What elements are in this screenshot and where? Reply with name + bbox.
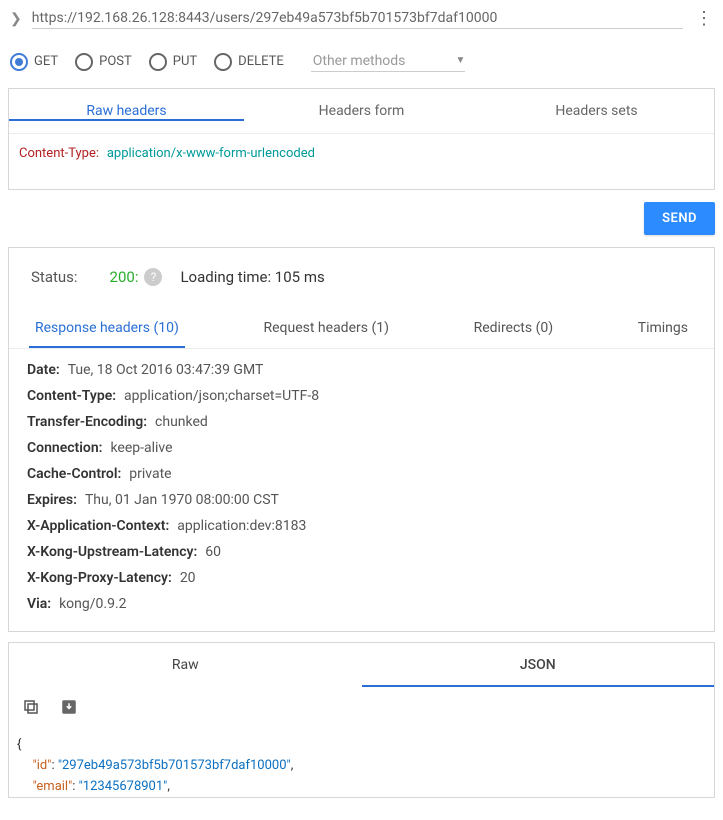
json-value: "297eb49a573bf5b701573bf7daf10000": [58, 758, 291, 773]
header-value: private: [129, 466, 171, 482]
status-label: Status:: [31, 268, 78, 286]
response-headers-list: Date: Tue, 18 Oct 2016 03:47:39 GMT Conten…: [9, 348, 714, 631]
tab-raw-headers[interactable]: Raw headers: [9, 89, 244, 133]
json-preview: { "id": "297eb49a573bf5b701573bf7daf1000…: [9, 727, 714, 797]
header-row: X-Kong-Proxy-Latency: 20: [27, 565, 696, 591]
header-row: Via: kong/0.9.2: [27, 591, 696, 617]
headers-card: Raw headers Headers form Headers sets Co…: [8, 88, 715, 190]
tab-json-body[interactable]: JSON: [362, 643, 715, 687]
header-name: Via:: [27, 596, 51, 612]
tab-timings[interactable]: Timings: [638, 310, 688, 348]
radio-icon: [10, 53, 28, 71]
method-label: GET: [34, 54, 58, 69]
header-value: 60: [205, 544, 221, 560]
header-key: Content-Type:: [19, 146, 99, 161]
header-row: Content-Type: application/json;charset=UT…: [27, 383, 696, 409]
header-value: application/x-www-form-urlencoded: [107, 146, 315, 161]
header-row: X-Application-Context: application:dev:81…: [27, 513, 696, 539]
header-value: 20: [180, 570, 196, 586]
method-delete[interactable]: DELETE: [214, 53, 284, 71]
url-input[interactable]: [32, 8, 683, 29]
header-name: Content-Type:: [27, 388, 116, 404]
help-icon[interactable]: ?: [144, 268, 162, 286]
header-value: keep-alive: [110, 440, 172, 456]
download-icon[interactable]: [59, 697, 79, 717]
json-key: "id": [33, 758, 52, 773]
header-value: application:dev:8183: [177, 518, 306, 534]
header-name: Transfer-Encoding:: [27, 414, 147, 430]
loading-time: Loading time: 105 ms: [180, 268, 324, 286]
method-row: GET POST PUT DELETE Other methods ▼: [0, 35, 723, 82]
method-get[interactable]: GET: [10, 53, 58, 71]
method-post[interactable]: POST: [75, 53, 132, 71]
header-value: Tue, 18 Oct 2016 03:47:39 GMT: [68, 362, 264, 378]
radio-icon: [75, 53, 93, 71]
status-code: 200:: [110, 268, 139, 286]
header-value: application/json;charset=UTF-8: [124, 388, 319, 404]
method-label: DELETE: [238, 54, 284, 69]
send-button[interactable]: SEND: [644, 202, 715, 235]
radio-icon: [214, 53, 232, 71]
radio-icon: [149, 53, 167, 71]
more-icon[interactable]: ⋮: [683, 8, 713, 29]
header-value: Thu, 01 Jan 1970 08:00:00 CST: [85, 492, 279, 508]
tab-response-headers[interactable]: Response headers (10): [35, 310, 179, 348]
header-row: X-Kong-Upstream-Latency: 60: [27, 539, 696, 565]
tab-headers-sets[interactable]: Headers sets: [479, 89, 714, 133]
header-name: Cache-Control:: [27, 466, 121, 482]
header-value: kong/0.9.2: [59, 596, 126, 612]
header-value: chunked: [155, 414, 208, 430]
header-name: X-Kong-Proxy-Latency:: [27, 570, 172, 586]
header-name: X-Kong-Upstream-Latency:: [27, 544, 197, 560]
header-name: Expires:: [27, 492, 77, 508]
copy-icon[interactable]: [21, 697, 41, 717]
header-row: Date: Tue, 18 Oct 2016 03:47:39 GMT: [27, 357, 696, 383]
tab-label: Raw headers: [86, 103, 166, 119]
header-name: Date:: [27, 362, 60, 378]
method-put[interactable]: PUT: [149, 53, 197, 71]
header-name: X-Application-Context:: [27, 518, 169, 534]
raw-headers-editor[interactable]: Content-Type: application/x-www-form-url…: [9, 134, 714, 189]
tab-label: Headers sets: [555, 103, 637, 119]
response-body-card: Raw JSON { "id": "297eb49a573bf5b701573b…: [8, 642, 715, 798]
response-card: Status: 200: ? Loading time: 105 ms Resp…: [8, 247, 715, 632]
header-row: Expires: Thu, 01 Jan 1970 08:00:00 CST: [27, 487, 696, 513]
json-value: "12345678901": [79, 779, 168, 794]
method-label: PUT: [173, 54, 197, 69]
header-row: Connection: keep-alive: [27, 435, 696, 461]
tab-request-headers[interactable]: Request headers (1): [264, 310, 389, 348]
tab-label: Headers form: [319, 103, 405, 119]
tab-headers-form[interactable]: Headers form: [244, 89, 479, 133]
header-name: Connection:: [27, 440, 102, 456]
expand-icon[interactable]: ❯: [10, 11, 32, 27]
chevron-down-icon: ▼: [456, 55, 466, 66]
header-row: Transfer-Encoding: chunked: [27, 409, 696, 435]
json-key: "email": [33, 779, 73, 794]
header-row: Cache-Control: private: [27, 461, 696, 487]
method-label: POST: [99, 54, 132, 69]
other-methods-select[interactable]: Other methods ▼: [311, 51, 466, 72]
other-methods-label: Other methods: [313, 53, 406, 69]
tab-raw-body[interactable]: Raw: [9, 643, 362, 687]
tab-redirects[interactable]: Redirects (0): [474, 310, 554, 348]
